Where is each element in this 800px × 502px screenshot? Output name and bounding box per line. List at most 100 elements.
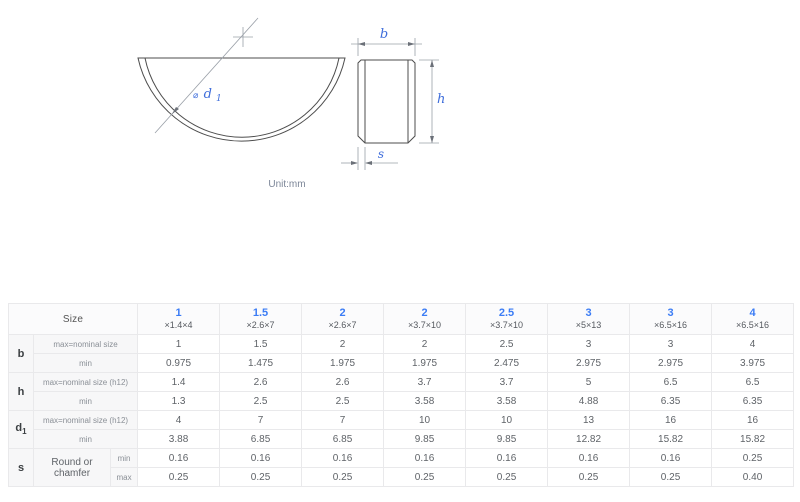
spec-value-cell: 1.5 [220, 335, 302, 354]
spec-value-cell: 6.5 [630, 373, 712, 392]
spec-value-cell: 3.7 [384, 373, 466, 392]
d1-dimension-label: ⌀ d 1 [193, 87, 222, 104]
table-header-row: Size 1×1.4×41.5×2.6×72×2.6×72×3.7×102.5×… [9, 304, 794, 335]
spec-value-cell: 12.82 [548, 430, 630, 449]
row-label-h-min: min [34, 392, 138, 411]
key-inner-arc [145, 58, 339, 137]
spec-value-cell: 3.975 [712, 354, 794, 373]
spec-value-cell: 6.85 [302, 430, 384, 449]
s-dimension-label: s [378, 147, 384, 161]
size-spec-table: Size 1×1.4×41.5×2.6×72×2.6×72×3.7×102.5×… [8, 303, 794, 487]
spec-value-cell: 0.16 [220, 449, 302, 468]
spec-value-cell: 0.25 [630, 468, 712, 487]
table-row-d1-max: d1 max=nominal size (h12) 4771010131616 [9, 411, 794, 430]
spec-value-cell: 0.25 [220, 468, 302, 487]
spec-value-cell: 15.82 [712, 430, 794, 449]
technical-drawing: ⌀ d 1 b h [0, 0, 800, 303]
spec-value-cell: 1.975 [384, 354, 466, 373]
row-label-h-max: max=nominal size (h12) [34, 373, 138, 392]
row-label-s-min: min [111, 449, 138, 468]
spec-value-cell: 0.16 [548, 449, 630, 468]
size-column-header: 3×6.5×16 [630, 304, 712, 335]
s-arrow-left [351, 161, 358, 165]
spec-value-cell: 3.58 [466, 392, 548, 411]
size-column-header: 4×6.5×16 [712, 304, 794, 335]
spec-value-cell: 1.4 [138, 373, 220, 392]
h-arrow-bottom [430, 136, 434, 143]
row-label-d1-min: min [34, 430, 138, 449]
spec-value-cell: 2 [384, 335, 466, 354]
spec-value-cell: 0.975 [138, 354, 220, 373]
spec-value-cell: 0.25 [548, 468, 630, 487]
row-label-d1-max: max=nominal size (h12) [34, 411, 138, 430]
spec-value-cell: 0.16 [138, 449, 220, 468]
size-column-header: 2×3.7×10 [384, 304, 466, 335]
spec-value-cell: 7 [302, 411, 384, 430]
table-row-h-max: h max=nominal size (h12) 1.42.62.63.73.7… [9, 373, 794, 392]
spec-value-cell: 2.975 [630, 354, 712, 373]
b-arrow-right [408, 42, 415, 46]
size-column-header: 2×2.6×7 [302, 304, 384, 335]
spec-value-cell: 16 [630, 411, 712, 430]
spec-value-cell: 0.16 [630, 449, 712, 468]
spec-value-cell: 4.88 [548, 392, 630, 411]
row-label-b-min: min [34, 354, 138, 373]
spec-value-cell: 2.475 [466, 354, 548, 373]
spec-value-cell: 1.975 [302, 354, 384, 373]
spec-value-cell: 10 [466, 411, 548, 430]
section-outline [358, 60, 415, 143]
spec-value-cell: 6.35 [712, 392, 794, 411]
h-arrow-top [430, 60, 434, 67]
spec-value-cell: 15.82 [630, 430, 712, 449]
spec-value-cell: 0.25 [384, 468, 466, 487]
spec-value-cell: 0.25 [302, 468, 384, 487]
row-group-d1: d1 [9, 411, 34, 449]
size-column-header: 2.5×3.7×10 [466, 304, 548, 335]
spec-value-cell: 3.88 [138, 430, 220, 449]
size-column-header: 1.5×2.6×7 [220, 304, 302, 335]
size-column-header: 1×1.4×4 [138, 304, 220, 335]
spec-value-cell: 10 [384, 411, 466, 430]
spec-value-cell: 13 [548, 411, 630, 430]
size-column-header: 3×5×13 [548, 304, 630, 335]
h-dimension-label: h [437, 92, 445, 107]
table-row-s-max: max 0.250.250.250.250.250.250.250.40 [9, 468, 794, 487]
key-section-view: b h s [341, 27, 445, 170]
table-row-b-max: b max=nominal size 11.5222.5334 [9, 335, 794, 354]
spec-value-cell: 2.5 [220, 392, 302, 411]
row-label-b-max: max=nominal size [34, 335, 138, 354]
row-group-h: h [9, 373, 34, 411]
spec-value-cell: 2.975 [548, 354, 630, 373]
spec-value-cell: 0.25 [138, 468, 220, 487]
spec-value-cell: 2.6 [302, 373, 384, 392]
spec-value-cell: 6.85 [220, 430, 302, 449]
d1-leader-line [155, 18, 258, 133]
table-row-h-min: min 1.32.52.53.583.584.886.356.35 [9, 392, 794, 411]
spec-value-cell: 1 [138, 335, 220, 354]
spec-value-cell: 2.6 [220, 373, 302, 392]
spec-value-cell: 2.5 [466, 335, 548, 354]
spec-value-cell: 4 [712, 335, 794, 354]
spec-value-cell: 0.40 [712, 468, 794, 487]
b-arrow-left [358, 42, 365, 46]
spec-value-cell: 2.5 [302, 392, 384, 411]
spec-value-cell: 0.16 [466, 449, 548, 468]
spec-value-cell: 2 [302, 335, 384, 354]
spec-value-cell: 1.475 [220, 354, 302, 373]
spec-value-cell: 1.3 [138, 392, 220, 411]
b-dimension-label: b [380, 27, 388, 42]
spec-value-cell: 6.35 [630, 392, 712, 411]
size-corner-cell: Size [9, 304, 138, 335]
unit-label: Unit:mm [268, 179, 305, 190]
spec-value-cell: 3.58 [384, 392, 466, 411]
spec-value-cell: 9.85 [466, 430, 548, 449]
spec-value-cell: 6.5 [712, 373, 794, 392]
spec-value-cell: 5 [548, 373, 630, 392]
row-group-b: b [9, 335, 34, 373]
spec-value-cell: 0.25 [712, 449, 794, 468]
row-group-s: s [9, 449, 34, 487]
key-profile-view: ⌀ d 1 [138, 18, 345, 141]
spec-value-cell: 0.25 [466, 468, 548, 487]
d1-arrowhead [172, 107, 179, 114]
spec-value-cell: 16 [712, 411, 794, 430]
